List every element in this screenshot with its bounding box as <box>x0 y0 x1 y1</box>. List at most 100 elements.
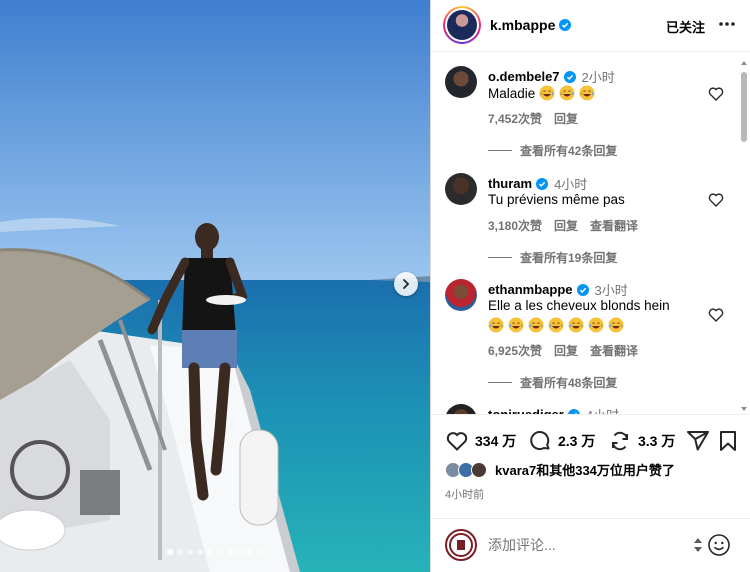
laughing-emoji-icon <box>608 317 624 333</box>
author-avatar[interactable] <box>443 6 481 44</box>
chevron-right-icon <box>403 279 410 289</box>
comment-likes[interactable]: 6,925次赞 <box>488 342 542 359</box>
emoji-picker-icon[interactable] <box>707 533 731 557</box>
resize-arrows-icon <box>694 538 702 552</box>
view-replies-button[interactable]: 查看所有48条回复 <box>488 374 617 391</box>
scroll-up-arrow-icon[interactable] <box>740 60 748 66</box>
comment-text-body: Maladie <box>488 86 536 101</box>
carousel-dot <box>197 549 203 555</box>
carousel-dot <box>217 549 223 555</box>
laughing-emoji-icon <box>588 317 604 333</box>
commenter-name[interactable]: thuram <box>488 176 532 191</box>
comment-likes[interactable]: 7,452次赞 <box>488 110 542 127</box>
emoji-group <box>488 317 628 333</box>
share-send-icon[interactable] <box>686 429 710 453</box>
repost-button[interactable]: 3.3 万 <box>608 429 675 453</box>
comment-bubble-icon <box>530 431 550 451</box>
next-photo-button[interactable] <box>394 272 418 296</box>
repost-count: 3.3 万 <box>638 433 676 449</box>
verified-badge-icon <box>576 283 589 296</box>
laughing-emoji-icon <box>488 317 504 333</box>
more-options-icon[interactable] <box>717 14 737 34</box>
commenter-username[interactable]: o.dembele7 2小时 <box>488 67 615 86</box>
laughing-emoji-icon <box>539 85 555 101</box>
comment-text-body: Elle a les cheveux blonds hein <box>488 298 670 313</box>
comment-meta: 7,452次赞 回复 <box>488 110 578 127</box>
comment-meta: 3,180次赞 回复 查看翻译 <box>488 217 638 234</box>
bookmark-icon[interactable] <box>717 429 739 453</box>
reply-button[interactable]: 回复 <box>554 110 578 127</box>
verified-badge-icon <box>536 177 549 190</box>
emoji-group <box>539 85 599 101</box>
post-actions: 334 万 2.3 万 3.3 万 kvara7和其他334万位用户赞了 4小时… <box>431 414 750 504</box>
comment-meta: 6,925次赞 回复 查看翻译 <box>488 342 638 359</box>
commenter-name[interactable]: o.dembele7 <box>488 69 560 84</box>
laughing-emoji-icon <box>559 85 575 101</box>
commenter-avatar[interactable] <box>445 173 477 205</box>
commenter-username[interactable]: toniruediger 4小时 <box>488 405 619 414</box>
comments-list[interactable]: o.dembele7 2小时 Maladie 7,452次赞 回复 查看所有42… <box>431 52 750 414</box>
comments-panel: k.mbappe 已关注 o.dembele7 2小时 Maladie 7,45… <box>430 0 750 572</box>
photo-illustration <box>0 0 430 572</box>
verified-badge-icon <box>559 19 572 31</box>
view-replies-button[interactable]: 查看所有42条回复 <box>488 142 617 159</box>
scrollbar-thumb[interactable] <box>741 72 747 142</box>
author-name[interactable]: k.mbappe <box>490 17 555 33</box>
commenter-username[interactable]: ethanmbappe 3小时 <box>488 280 628 299</box>
liked-by-text[interactable]: kvara7和其他334万位用户赞了 <box>495 460 675 479</box>
liker-avatar <box>471 461 487 478</box>
laughing-emoji-icon <box>508 317 524 333</box>
see-translation-button[interactable]: 查看翻译 <box>590 342 638 359</box>
commenter-username[interactable]: thuram 4小时 <box>488 174 587 193</box>
current-user-avatar <box>445 529 477 561</box>
author-username[interactable]: k.mbappe <box>490 17 572 33</box>
like-comment-heart-icon[interactable] <box>708 307 724 323</box>
commenter-name[interactable]: ethanmbappe <box>488 282 573 297</box>
reply-button[interactable]: 回复 <box>554 342 578 359</box>
laughing-emoji-icon <box>568 317 584 333</box>
laughing-emoji-icon <box>528 317 544 333</box>
post-header: k.mbappe 已关注 <box>431 0 750 52</box>
view-replies-label[interactable]: 查看所有19条回复 <box>520 249 617 266</box>
comment-likes[interactable]: 3,180次赞 <box>488 217 542 234</box>
carousel-dot <box>177 549 183 555</box>
post-timestamp[interactable]: 4小时前 <box>445 486 484 502</box>
comment-button[interactable]: 2.3 万 <box>528 429 595 453</box>
comment-composer <box>431 518 750 572</box>
commenter-avatar[interactable] <box>445 66 477 98</box>
carousel-dot <box>207 549 213 555</box>
view-replies-label[interactable]: 查看所有48条回复 <box>520 374 617 391</box>
comment-time: 4小时 <box>586 405 619 414</box>
post-photo[interactable] <box>0 0 430 572</box>
post-dialog: k.mbappe 已关注 o.dembele7 2小时 Maladie 7,45… <box>0 0 750 572</box>
view-replies-label[interactable]: 查看所有42条回复 <box>520 142 617 159</box>
carousel-dot <box>187 549 193 555</box>
comment-time: 3小时 <box>594 283 628 298</box>
repost-icon <box>612 431 628 451</box>
carousel-dot <box>257 549 263 555</box>
comments-scrollbar[interactable] <box>740 60 748 412</box>
like-comment-heart-icon[interactable] <box>708 192 724 208</box>
reply-button[interactable]: 回复 <box>554 217 578 234</box>
laughing-emoji-icon <box>548 317 564 333</box>
heart-icon <box>446 432 468 451</box>
following-button[interactable]: 已关注 <box>666 17 705 36</box>
commenter-avatar[interactable] <box>445 279 477 311</box>
see-translation-button[interactable]: 查看翻译 <box>590 217 638 234</box>
scroll-down-arrow-icon[interactable] <box>740 406 748 412</box>
laughing-emoji-icon <box>579 85 595 101</box>
comment-time: 2小时 <box>581 70 615 85</box>
carousel-indicator <box>0 549 430 555</box>
carousel-dot <box>237 549 243 555</box>
liked-by[interactable]: kvara7和其他334万位用户赞了 <box>445 460 675 479</box>
like-comment-heart-icon[interactable] <box>708 86 724 102</box>
comment-input[interactable] <box>488 534 688 556</box>
commenter-name[interactable]: toniruediger <box>488 407 564 414</box>
view-replies-button[interactable]: 查看所有19条回复 <box>488 249 617 266</box>
carousel-dot <box>227 549 233 555</box>
commenter-avatar[interactable] <box>445 404 477 414</box>
like-count: 334 万 <box>475 433 517 449</box>
comment-text-body: Tu préviens même pas <box>488 192 625 207</box>
comment-emoji-line <box>488 317 628 333</box>
like-button[interactable]: 334 万 <box>445 429 516 453</box>
